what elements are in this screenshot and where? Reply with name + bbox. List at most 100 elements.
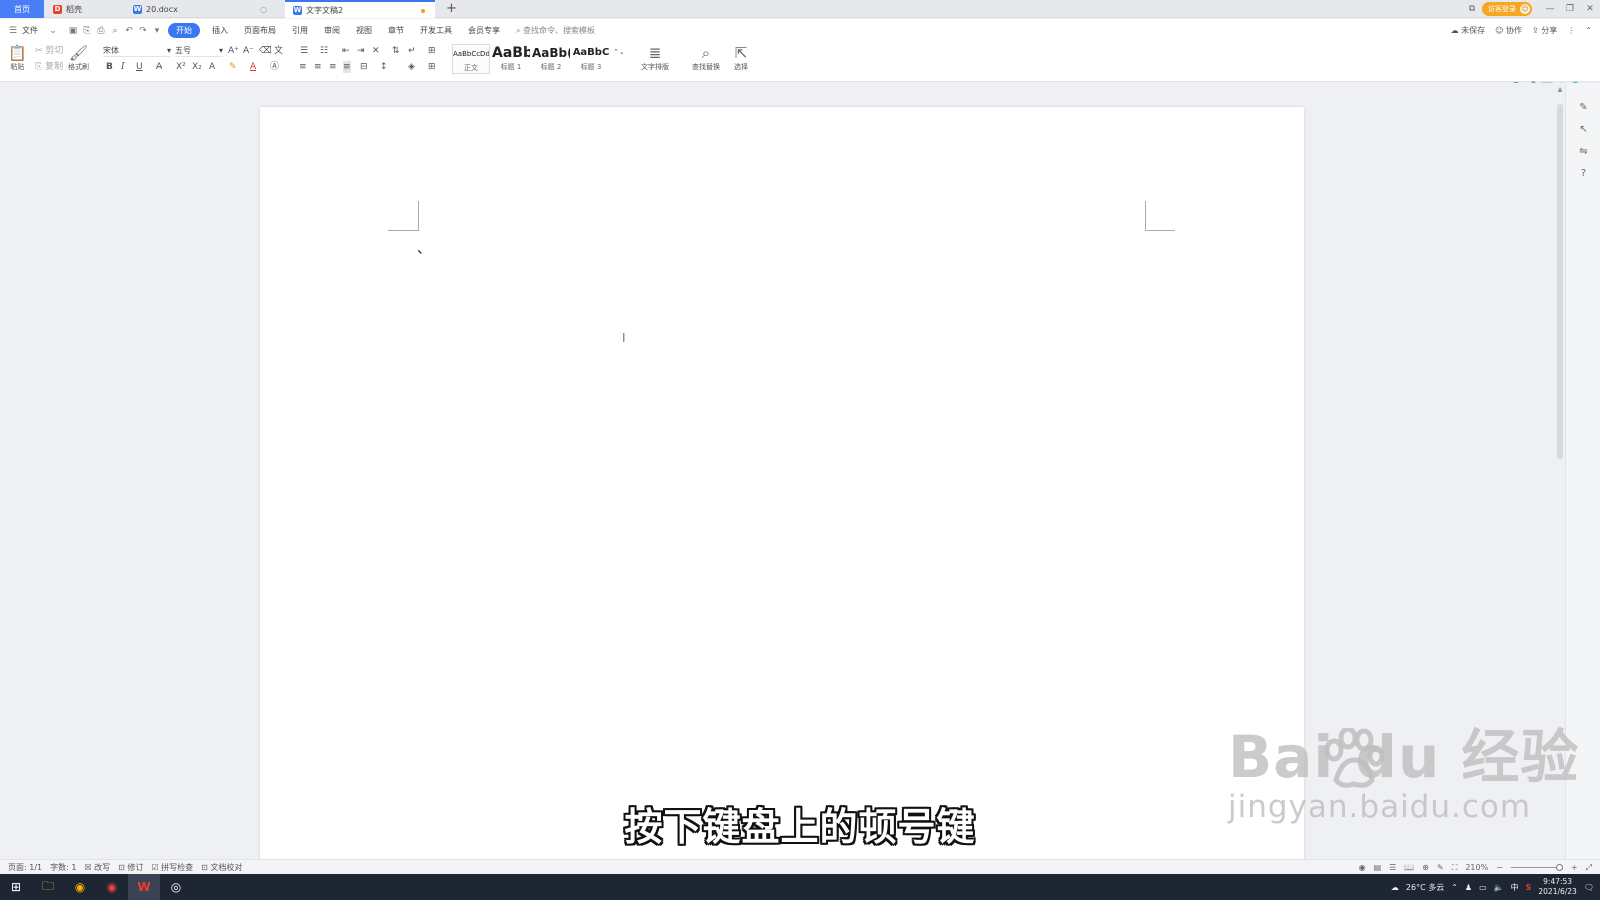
export-icon[interactable]: ⎘: [80, 26, 94, 36]
text-layout-button[interactable]: ≣ 文字排版: [641, 44, 669, 72]
save-icon[interactable]: ▣: [66, 26, 80, 36]
shrink-font-icon[interactable]: A⁻: [243, 45, 254, 57]
align-right-icon[interactable]: ≡: [329, 61, 337, 73]
paste-button[interactable]: 📋 粘贴: [8, 44, 27, 72]
zoom-slider[interactable]: [1510, 864, 1563, 871]
numbering-icon[interactable]: ☷: [320, 45, 328, 57]
font-size-select[interactable]: 五号 ▾: [175, 45, 223, 57]
scroll-thumb[interactable]: [1557, 104, 1563, 459]
tab-home[interactable]: 首页: [0, 0, 44, 18]
bold-icon[interactable]: B: [106, 61, 113, 73]
doc-proofread-button[interactable]: ⊡ 文档校对: [201, 862, 242, 873]
print-icon[interactable]: ⎙: [94, 26, 108, 36]
sogou-tray-icon[interactable]: S: [1526, 883, 1532, 892]
chevron-down-icon[interactable]: ⌄: [46, 26, 60, 36]
underline-icon[interactable]: U: [136, 61, 143, 73]
settings-sliders-icon[interactable]: ⇋: [1566, 141, 1600, 163]
layout-icon[interactable]: ⧉: [1462, 4, 1482, 14]
clear-format-icon[interactable]: ⌫: [259, 45, 272, 57]
fit-zoom-icon[interactable]: ⛶: [1452, 863, 1458, 873]
browser-icon[interactable]: ◉: [96, 874, 128, 900]
revise-toggle[interactable]: ⊡ 修订: [118, 862, 143, 873]
chinese-layout-icon[interactable]: ✕: [372, 45, 380, 57]
weather-text[interactable]: 26°C 多云: [1406, 882, 1444, 893]
superscript-icon[interactable]: X²: [176, 61, 186, 73]
menu-view[interactable]: 视图: [348, 25, 380, 36]
windows-start-icon[interactable]: ⊞: [0, 874, 32, 900]
more-icon[interactable]: ⋮: [1567, 26, 1575, 35]
network-icon[interactable]: ▭: [1479, 883, 1487, 892]
unsaved-button[interactable]: ☁ 未保存: [1451, 25, 1486, 36]
tab-close-icon[interactable]: ○: [260, 5, 267, 14]
align-left-icon[interactable]: ≡: [299, 61, 307, 73]
select-button[interactable]: ⇱ 选择: [734, 44, 748, 72]
grow-font-icon[interactable]: A⁺: [228, 45, 239, 57]
menu-home[interactable]: 开始: [168, 23, 200, 38]
cut-button[interactable]: ✂ 剪切: [35, 45, 63, 57]
page-count[interactable]: 页面: 1/1: [8, 862, 42, 873]
wps-office-icon[interactable]: W: [128, 874, 160, 900]
format-painter-button[interactable]: 🖌 格式刷: [68, 44, 89, 72]
close-button[interactable]: ✕: [1580, 4, 1600, 14]
menu-member[interactable]: 会员专享: [460, 25, 508, 36]
zoom-level[interactable]: 210%: [1465, 863, 1488, 872]
notification-icon[interactable]: 🗨: [1584, 883, 1594, 892]
edit-pen-icon[interactable]: ✎: [1566, 97, 1600, 119]
text-effect-icon[interactable]: A: [209, 61, 215, 73]
restore-button[interactable]: ❐: [1560, 4, 1580, 14]
tab-docer[interactable]: D 稻壳: [45, 0, 125, 18]
menu-developer[interactable]: 开发工具: [412, 25, 460, 36]
collab-button[interactable]: ☺ 协作: [1495, 25, 1522, 36]
write-view-icon[interactable]: ✎: [1437, 863, 1444, 872]
chrome-icon[interactable]: ◉: [64, 874, 96, 900]
command-search[interactable]: ⌕ 查找命令、搜索模板: [516, 25, 595, 36]
align-center-icon[interactable]: ≡: [314, 61, 322, 73]
decrease-indent-icon[interactable]: ⇤: [342, 45, 350, 57]
redo-icon[interactable]: ↷: [136, 26, 150, 36]
page-view-icon[interactable]: ▤: [1374, 863, 1382, 872]
hamburger-icon[interactable]: ☰: [6, 26, 20, 36]
font-color-icon[interactable]: A: [250, 61, 256, 73]
char-border-icon[interactable]: Ⓐ: [270, 61, 279, 73]
login-button[interactable]: 访客登录 ☺: [1482, 2, 1532, 16]
tray-app-icon[interactable]: ♟: [1465, 883, 1472, 892]
zoom-in-icon[interactable]: +: [1571, 863, 1578, 872]
shading-icon[interactable]: ◈: [408, 61, 415, 73]
customize-icon[interactable]: ▾: [150, 26, 164, 36]
minimize-button[interactable]: —: [1540, 4, 1560, 14]
document-page[interactable]: [260, 107, 1304, 867]
share-button[interactable]: ⇪ 分享: [1532, 25, 1557, 36]
style-heading-1[interactable]: AaBb 标题 1: [492, 44, 530, 74]
web-view-icon[interactable]: ⊕: [1422, 863, 1429, 872]
read-view-icon[interactable]: 📖: [1404, 863, 1414, 872]
table-icon[interactable]: ⊞: [428, 45, 436, 57]
subscript-icon[interactable]: X₂: [192, 61, 202, 73]
scroll-up-icon[interactable]: ▲: [1556, 86, 1564, 93]
help-icon[interactable]: ?: [1566, 163, 1600, 185]
style-normal[interactable]: AaBbCcDd 正文: [452, 44, 490, 74]
ime-indicator[interactable]: 中: [1511, 882, 1519, 893]
line-spacing-icon[interactable]: ↕: [380, 61, 388, 73]
tray-expand-icon[interactable]: ⌃: [1451, 883, 1458, 892]
clock[interactable]: 9:47:53 2021/6/23: [1538, 877, 1576, 897]
font-name-select[interactable]: 宋体 ▾: [103, 45, 171, 57]
eye-protection-icon[interactable]: ◉: [1359, 863, 1366, 872]
collapse-ribbon-icon[interactable]: ⌃: [1585, 26, 1592, 35]
word-count[interactable]: 字数: 1: [50, 862, 76, 873]
show-marks-icon[interactable]: ↵: [408, 45, 416, 57]
print-preview-icon[interactable]: ⌕: [108, 26, 122, 36]
volume-icon[interactable]: 🔈: [1494, 883, 1504, 892]
file-explorer-icon[interactable]: 🗀: [32, 874, 64, 900]
zoom-slider-knob[interactable]: [1555, 864, 1563, 871]
phonetic-icon[interactable]: 文: [274, 45, 283, 57]
styles-scroll-icon[interactable]: ⌃⌄: [613, 46, 625, 58]
new-tab-button[interactable]: +: [446, 1, 457, 17]
bullets-icon[interactable]: ☰: [300, 45, 308, 57]
fullscreen-icon[interactable]: ⤢: [1586, 863, 1592, 873]
menu-section[interactable]: 章节: [380, 25, 412, 36]
menu-review[interactable]: 审阅: [316, 25, 348, 36]
outline-view-icon[interactable]: ☰: [1389, 863, 1396, 872]
highlight-icon[interactable]: ✎: [229, 61, 237, 73]
increase-indent-icon[interactable]: ⇥: [357, 45, 365, 57]
undo-icon[interactable]: ↶: [122, 26, 136, 36]
